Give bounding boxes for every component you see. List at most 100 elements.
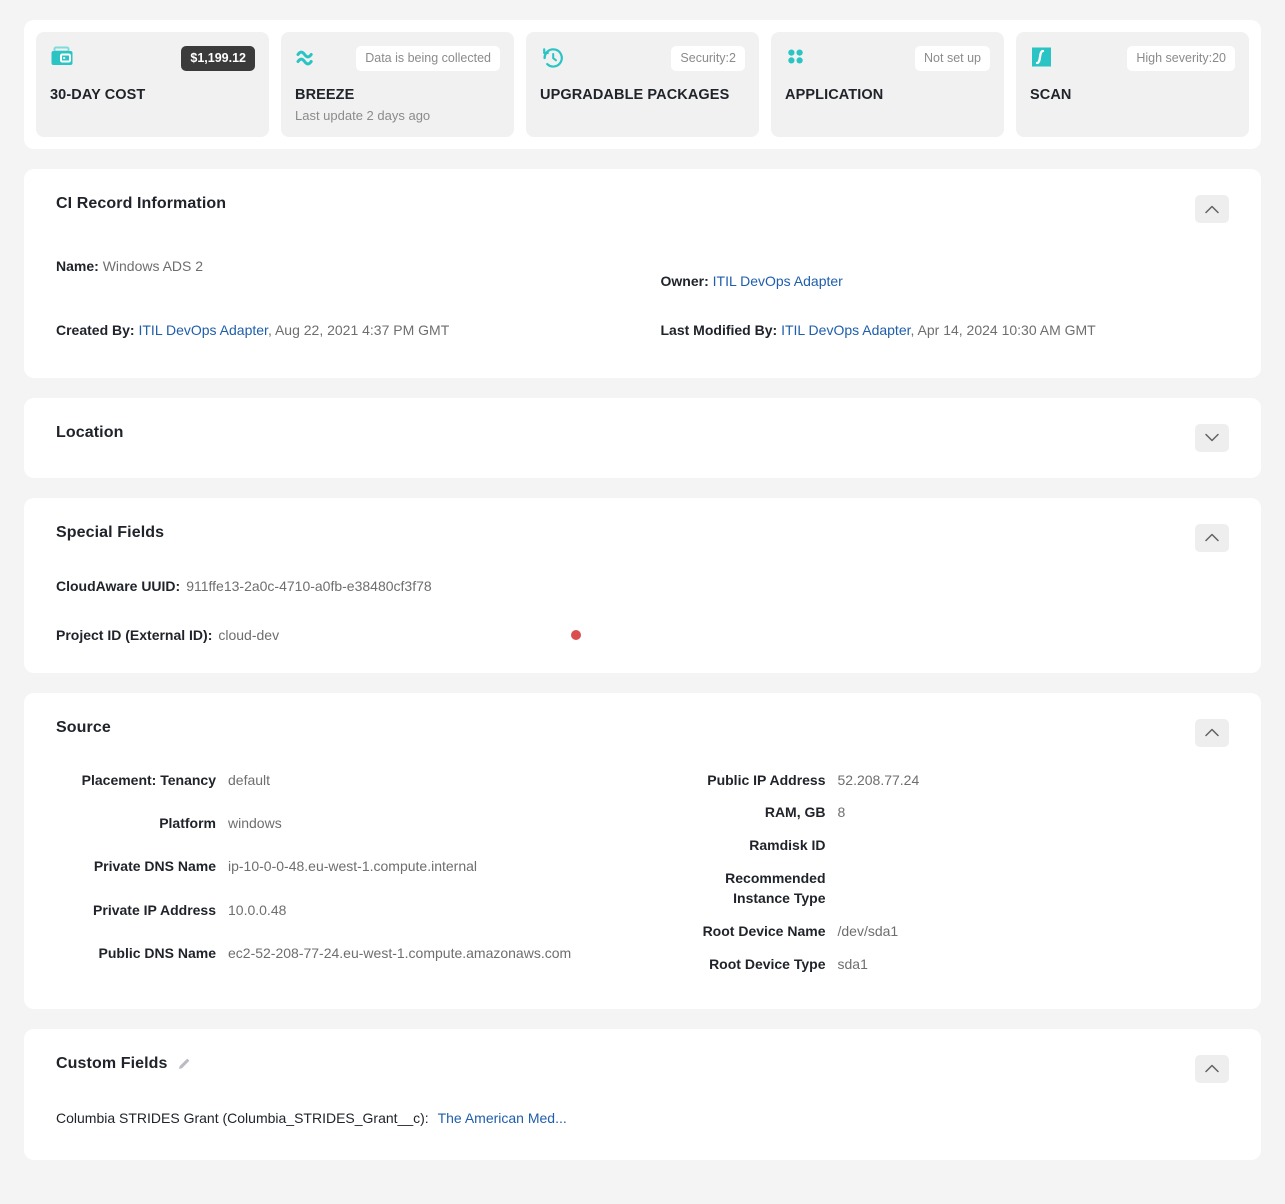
tile-top-row: High severity:20 (1030, 45, 1235, 79)
collapse-toggle-special-fields[interactable] (1195, 523, 1229, 552)
chevron-up-icon (1205, 728, 1219, 737)
field-label: Last Modified By: (660, 322, 778, 339)
collapse-toggle-custom-fields[interactable] (1195, 1054, 1229, 1083)
field-value-link[interactable]: The American Med... (438, 1110, 567, 1126)
field-name: Name: Windows ADS 2 (56, 249, 625, 298)
field-value-link[interactable]: ITIL DevOps Adapter (713, 273, 843, 289)
chevron-up-icon (1205, 1064, 1219, 1073)
tile-top-row: Security:2 (540, 45, 745, 79)
source-right-column: Public IP Address 52.208.77.24 RAM, GB 8… (666, 771, 1230, 975)
field-label: Owner: (660, 273, 709, 289)
section-title-source: Source (56, 718, 111, 736)
field-value-date: , Apr 14, 2024 10:30 AM GMT (910, 322, 1096, 339)
tile-title: APPLICATION (785, 87, 884, 103)
field-label: Root Device Name (702, 922, 826, 939)
field-value: ec2-52-208-77-24.eu-west-1.compute.amazo… (228, 945, 572, 962)
field-value-link[interactable]: ITIL DevOps Adapter (138, 322, 267, 338)
tile-top-row: $1,199.12 (50, 45, 255, 79)
field-value: 10.0.0.48 (228, 901, 287, 918)
tile-scan[interactable]: High severity:20 SCAN (1016, 32, 1249, 137)
field-label: Public DNS Name (98, 945, 216, 962)
section-title-special-fields: Special Fields (56, 523, 165, 541)
page-root: $1,199.12 30-DAY COST Data is being coll… (0, 0, 1285, 1204)
collapse-toggle-source[interactable] (1195, 718, 1229, 747)
field-label: Placement: Tenancy (81, 771, 216, 788)
tile-breeze[interactable]: Data is being collected BREEZE Last upda… (281, 32, 514, 137)
history-clock-icon (540, 45, 566, 71)
tile-top-row: Not set up (785, 45, 990, 79)
section-source: Source Placement: Tenancy default Platfo… (24, 692, 1261, 1009)
field-label: Recommended Instance Type (725, 870, 826, 907)
field-label: Root Device Type (709, 955, 826, 972)
field-value: ip-10-0-0-48.eu-west-1.compute.internal (228, 858, 478, 875)
field-value: sda1 (837, 955, 868, 972)
field-value: Windows ADS 2 (102, 258, 204, 274)
tile-badge: Data is being collected (356, 46, 500, 71)
field-value: 8 (837, 804, 846, 821)
section-title-text: Custom Fields (56, 1054, 168, 1072)
tile-application[interactable]: Not set up APPLICATION (771, 32, 1004, 137)
source-fields: Placement: Tenancy default Platform wind… (56, 771, 1229, 975)
section-header: Custom Fields (56, 1054, 1229, 1083)
section-title-custom-fields: Custom Fields (56, 1055, 191, 1073)
tile-badge: $1,199.12 (181, 46, 255, 71)
field-value: 52.208.77.24 (837, 771, 920, 788)
field-value: cloud-dev (218, 626, 280, 643)
field-value (838, 869, 1230, 909)
ci-record-fields: Name: Windows ADS 2 Owner: ITIL DevOps A… (56, 249, 1229, 348)
section-location: Location (24, 397, 1261, 478)
collapse-toggle-location[interactable] (1195, 423, 1229, 452)
field-cloudaware-uuid: CloudAware UUID: 911ffe13-2a0c-4710-a0fb… (56, 578, 1229, 594)
field-value: 911ffe13-2a0c-4710-a0fb-e38480cf3f78 (186, 577, 432, 594)
field-value-link[interactable]: ITIL DevOps Adapter (781, 322, 910, 338)
section-title-location: Location (56, 423, 124, 441)
tile-badge: High severity:20 (1127, 46, 1235, 71)
wallet-icon (50, 45, 76, 71)
section-custom-fields: Custom Fields Columbia STRIDES Grant (Co… (24, 1028, 1261, 1160)
tile-badge: Not set up (915, 46, 990, 71)
tile-top-row: Data is being collected (295, 45, 500, 79)
field-label: RAM, GB (764, 804, 826, 821)
pencil-icon[interactable] (177, 1057, 191, 1071)
tile-title: SCAN (1030, 87, 1072, 103)
field-columbia-strides-grant: Columbia STRIDES Grant (Columbia_STRIDES… (56, 1110, 1229, 1126)
breeze-waves-icon (295, 45, 321, 71)
field-value: default (228, 771, 271, 788)
special-fields-list: CloudAware UUID: 911ffe13-2a0c-4710-a0fb… (56, 578, 1229, 643)
section-header: Location (56, 423, 1229, 452)
field-project-id: Project ID (External ID): cloud-dev (56, 627, 1229, 643)
field-value-date: , Aug 22, 2021 4:37 PM GMT (267, 322, 450, 339)
field-label: Ramdisk ID (749, 837, 826, 854)
field-label: CloudAware UUID: (56, 577, 181, 594)
source-left-column: Placement: Tenancy default Platform wind… (56, 771, 620, 975)
tile-upgradable-packages[interactable]: Security:2 UPGRADABLE PACKAGES (526, 32, 759, 137)
section-header: Special Fields (56, 523, 1229, 552)
chevron-down-icon (1205, 433, 1219, 442)
page-title: CI Record Information (56, 195, 227, 212)
section-header: Source (56, 718, 1229, 747)
tile-badge: Security:2 (671, 46, 745, 71)
status-dot-icon (571, 629, 581, 640)
field-value (838, 836, 1230, 856)
field-label: Private DNS Name (93, 858, 216, 875)
tile-30-day-cost[interactable]: $1,199.12 30-DAY COST (36, 32, 269, 137)
tile-title: BREEZE (295, 87, 355, 103)
chevron-up-icon (1205, 533, 1219, 542)
section-special-fields: Special Fields CloudAware UUID: 911ffe13… (24, 497, 1261, 673)
field-value: /dev/sda1 (837, 922, 899, 939)
section-ci-record-information: CI Record Information Name: Windows ADS … (24, 169, 1261, 378)
chevron-up-icon (1205, 205, 1219, 214)
field-value: windows (228, 815, 282, 832)
field-label: Name: (56, 258, 99, 274)
field-label: Columbia STRIDES Grant (Columbia_STRIDES… (56, 1109, 429, 1126)
custom-fields-list: Columbia STRIDES Grant (Columbia_STRIDES… (56, 1110, 1229, 1126)
field-label: Project ID (External ID): (56, 626, 213, 643)
tile-subtitle: Last update 2 days ago (295, 108, 431, 123)
field-label: Platform (159, 815, 216, 832)
collapse-toggle-ci-record[interactable] (1195, 195, 1229, 223)
grid-dots-icon (785, 45, 811, 71)
scan-curve-icon (1030, 45, 1056, 71)
tile-title: UPGRADABLE PACKAGES (540, 87, 730, 103)
field-last-modified-by: Last Modified By: ITIL DevOps Adapter, A… (661, 313, 1230, 347)
field-label: Created By: (56, 322, 135, 339)
